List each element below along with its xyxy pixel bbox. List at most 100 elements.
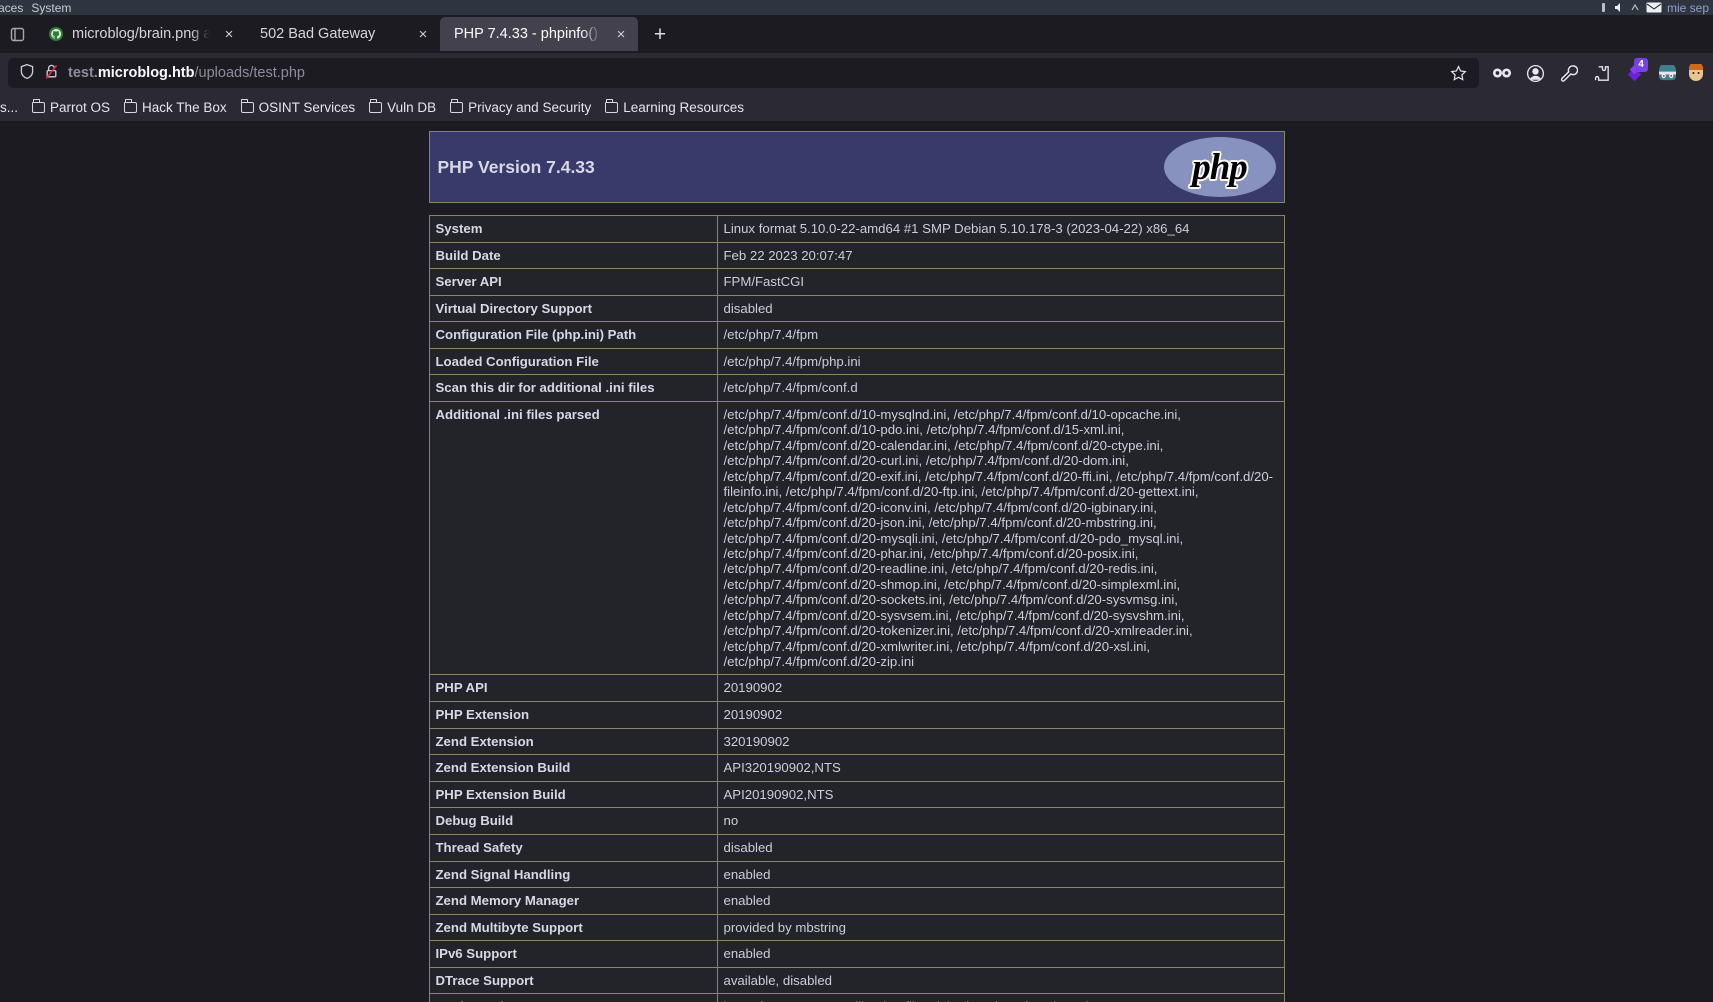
table-row: DTrace Support available, disabled (428, 966, 1285, 995)
row-value: provided by mbstring (716, 913, 1285, 942)
bookmark-folder-privacy-and-security[interactable]: Privacy and Security (444, 97, 597, 118)
address-bar[interactable]: test.microblog.htb/uploads/test.php (8, 58, 1479, 88)
bookmark-label: Hack The Box (142, 99, 227, 115)
tab-strip: microblog/brain.png at m × 502 Bad Gatew… (0, 15, 1713, 53)
row-key: System (428, 215, 718, 243)
tab-close-button[interactable]: × (412, 23, 434, 45)
tabs-container: microblog/brain.png at m × 502 Bad Gatew… (34, 15, 676, 53)
bookmark-item-truncated[interactable]: s... (0, 97, 24, 118)
phpinfo-table: System Linux format 5.10.0-22-amd64 #1 S… (428, 215, 1285, 1002)
bookmark-folder-osint-services[interactable]: OSINT Services (235, 97, 362, 118)
url-host: microblog.htb (97, 65, 195, 81)
table-row: PHP Extension Build API20190902,NTS (428, 780, 1285, 809)
url-path: /uploads/test.php (194, 65, 305, 81)
tab-502-bad-gateway[interactable]: 502 Bad Gateway × (246, 17, 440, 51)
row-value: enabled (716, 887, 1285, 915)
tab-close-button[interactable]: × (610, 23, 632, 45)
shield-icon[interactable] (19, 63, 35, 84)
row-value: FPM/FastCGI (716, 268, 1285, 296)
row-value: 20190902 (716, 701, 1285, 729)
table-row: Configuration File (php.ini) Path /etc/p… (428, 321, 1285, 349)
network-icon[interactable] (1630, 2, 1641, 13)
avatar-person-icon[interactable] (1685, 58, 1707, 88)
row-key: Zend Memory Manager (428, 887, 718, 915)
row-key: Configuration File (php.ini) Path (428, 321, 718, 349)
row-value: /etc/php/7.4/fpm/php.ini (716, 347, 1285, 376)
row-value: enabled (716, 860, 1285, 889)
table-row: Zend Multibyte Support provided by mbstr… (428, 913, 1285, 942)
tray-clock[interactable]: mie sep (1667, 1, 1709, 15)
wrench-icon[interactable] (1553, 58, 1583, 88)
table-row: IPv6 Support enabled (428, 940, 1285, 968)
extensions-toolbar: 4 (1481, 58, 1707, 88)
folder-icon (32, 99, 46, 113)
url-subdomain: test. (68, 65, 98, 81)
tab-title: 502 Bad Gateway (260, 26, 376, 42)
php-version-title: PHP Version 7.4.33 (437, 156, 595, 177)
folder-icon (124, 99, 138, 113)
table-row: Additional .ini files parsed /etc/php/7.… (428, 401, 1285, 676)
tab-title: microblog/brain.png at m (72, 26, 210, 42)
bookmark-folder-vuln-db[interactable]: Vuln DB (363, 97, 442, 118)
row-value: /etc/php/7.4/fpm (716, 321, 1285, 349)
page-viewport: PHP Version 7.4.33 php System Linux form… (0, 121, 1713, 1002)
bookmarks-toolbar: s... Parrot OS Hack The Box OSINT Servic… (0, 93, 1713, 121)
infinity-icon[interactable] (1487, 58, 1517, 88)
bookmark-folder-parrot-os[interactable]: Parrot OS (26, 97, 116, 118)
account-icon[interactable] (1520, 58, 1550, 88)
table-row: Thread Safety disabled (428, 833, 1285, 862)
tab-microblog-brain-png[interactable]: microblog/brain.png at m × (34, 17, 246, 51)
bookmark-folder-hack-the-box[interactable]: Hack The Box (118, 97, 233, 118)
row-key: Scan this dir for additional .ini files (428, 374, 718, 403)
bookmark-label: Vuln DB (387, 99, 437, 115)
row-value: Feb 22 2023 20:07:47 (716, 241, 1285, 270)
row-key: Server API (428, 268, 718, 296)
php-logo: php (1163, 137, 1276, 197)
row-key: Debug Build (428, 807, 718, 835)
battery-icon[interactable] (1598, 2, 1609, 13)
new-tab-button[interactable]: + (644, 18, 676, 50)
row-value: enabled (716, 940, 1285, 968)
bookmark-star-icon[interactable] (1445, 60, 1471, 86)
table-row: Debug Build no (428, 807, 1285, 835)
extension-puzzle-icon[interactable] (1586, 58, 1616, 88)
download-badge-count: 4 (1634, 58, 1648, 72)
row-key: Registered PHP Streams (428, 993, 718, 1002)
list-all-tabs-icon[interactable] (0, 15, 34, 53)
folder-icon (450, 99, 464, 113)
row-key: Loaded Configuration File (428, 347, 718, 376)
tab-php-phpinfo[interactable]: PHP 7.4.33 - phpinfo() × (440, 17, 638, 51)
row-value: available, disabled (716, 966, 1285, 995)
bookmark-label: s... (0, 99, 19, 115)
row-value: no (716, 807, 1285, 835)
tab-close-button[interactable]: × (218, 23, 240, 45)
mail-icon[interactable] (1646, 2, 1662, 13)
table-row: Scan this dir for additional .ini files … (428, 374, 1285, 403)
table-row: Zend Extension Build API320190902,NTS (428, 754, 1285, 782)
row-key: Virtual Directory Support (428, 294, 718, 323)
bookmark-label: Learning Resources (623, 99, 745, 115)
row-value: 320190902 (716, 727, 1285, 756)
row-key: IPv6 Support (428, 940, 718, 968)
volume-icon[interactable] (1614, 2, 1625, 13)
table-row: Virtual Directory Support disabled (428, 294, 1285, 323)
row-value: /etc/php/7.4/fpm/conf.d/10-mysqlnd.ini, … (716, 401, 1285, 676)
row-value: API320190902,NTS (716, 754, 1285, 782)
folder-icon (369, 99, 383, 113)
bookmark-label: Parrot OS (50, 99, 111, 115)
table-row: Server API FPM/FastCGI (428, 268, 1285, 296)
os-menu-system[interactable]: System (21, 1, 81, 15)
row-key: Zend Multibyte Support (428, 913, 718, 942)
lock-crossed-icon[interactable] (44, 63, 59, 84)
row-value: API20190902,NTS (716, 780, 1285, 809)
table-row: Loaded Configuration File /etc/php/7.4/f… (428, 347, 1285, 376)
row-key: PHP API (428, 674, 718, 703)
folder-icon (240, 99, 254, 113)
avatar-robot-icon[interactable] (1652, 58, 1682, 88)
url-text[interactable]: test.microblog.htb/uploads/test.php (68, 65, 1436, 81)
table-row: Zend Memory Manager enabled (428, 887, 1285, 915)
table-row: Zend Extension 320190902 (428, 727, 1285, 756)
download-arrow-icon[interactable]: 4 (1619, 58, 1649, 88)
bookmark-folder-learning-resources[interactable]: Learning Resources (599, 97, 750, 118)
bookmark-label: Privacy and Security (468, 99, 592, 115)
